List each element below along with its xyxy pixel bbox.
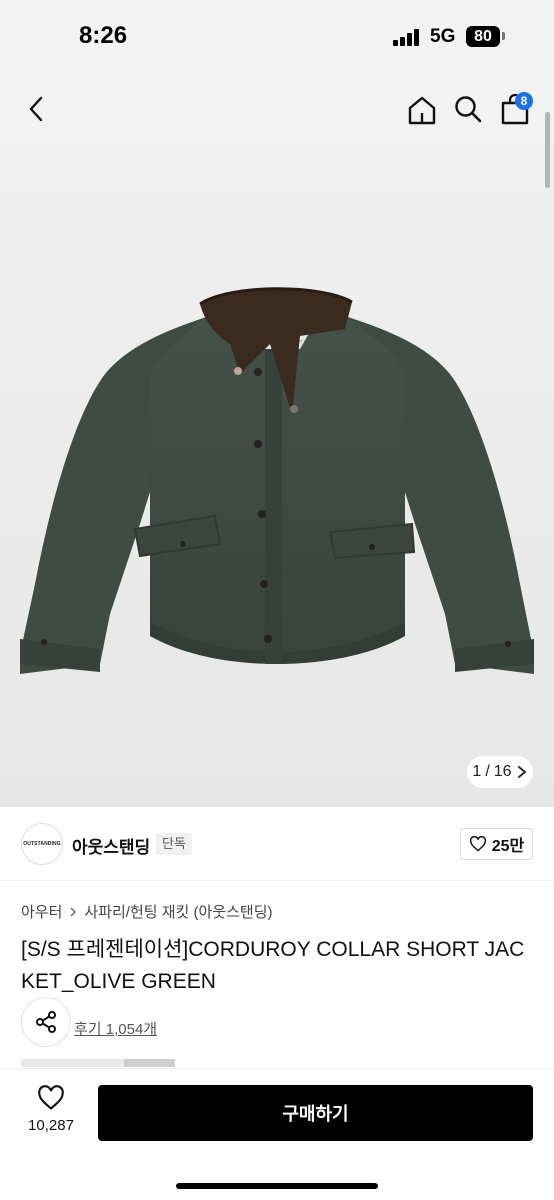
breadcrumb-item[interactable]: 사파리/헌팅 재킷 (아웃스탠딩) <box>84 901 272 922</box>
battery-tip <box>502 32 505 40</box>
chevron-right-icon <box>517 766 526 778</box>
wishlist-button[interactable]: 10,287 <box>18 1085 84 1157</box>
image-counter[interactable]: 1 / 16 <box>467 756 533 788</box>
scroll-indicator <box>545 112 550 188</box>
header-nav <box>0 72 554 144</box>
brand-like-button[interactable]: 25만 <box>460 828 533 860</box>
image-total: 16 <box>493 763 512 780</box>
home-indicator <box>176 1183 378 1189</box>
bottom-action-bar: 10,287 구매하기 <box>0 1068 554 1200</box>
share-button[interactable] <box>21 997 71 1047</box>
battery-icon: 80 <box>466 26 500 47</box>
wishlist-count: 10,287 <box>28 1117 74 1134</box>
product-title: [S/S 프레젠테이션]CORDUROY COLLAR SHORT JACKET… <box>21 938 525 993</box>
search-icon[interactable] <box>453 94 483 124</box>
breadcrumb: 아우터 사파리/헌팅 재킷 (아웃스탠딩) <box>21 901 273 922</box>
heart-icon <box>38 1085 64 1110</box>
brand-row: OUTSTANDING 아웃스탠딩 단독 25만 <box>0 807 554 881</box>
brand-name[interactable]: 아웃스탠딩 <box>72 833 150 858</box>
buy-button[interactable]: 구매하기 <box>98 1085 533 1141</box>
brand-logo[interactable]: OUTSTANDING <box>21 823 63 865</box>
image-separator: / <box>485 763 490 780</box>
heart-icon <box>469 836 486 852</box>
partial-option-strip-dark <box>124 1059 175 1067</box>
network-type: 5G <box>430 26 456 47</box>
image-current: 1 <box>472 763 482 780</box>
chevron-left-icon[interactable] <box>22 94 52 124</box>
chevron-right-icon <box>70 907 77 916</box>
share-icon <box>36 1011 56 1033</box>
jacket-image <box>0 144 554 807</box>
brand-like-count: 25만 <box>491 838 525 855</box>
status-bar: 8:26 5G 80 <box>0 0 554 72</box>
review-link[interactable]: 후기 1,054개 <box>74 1018 157 1039</box>
signal-icon <box>393 28 423 46</box>
cart-count-badge: 8 <box>515 92 533 110</box>
breadcrumb-item[interactable]: 아우터 <box>21 901 62 922</box>
status-time: 8:26 <box>79 22 128 49</box>
exclusive-badge: 단독 <box>156 833 192 855</box>
home-icon[interactable] <box>406 94 438 126</box>
product-image-gallery[interactable]: 1 / 16 <box>0 144 554 807</box>
